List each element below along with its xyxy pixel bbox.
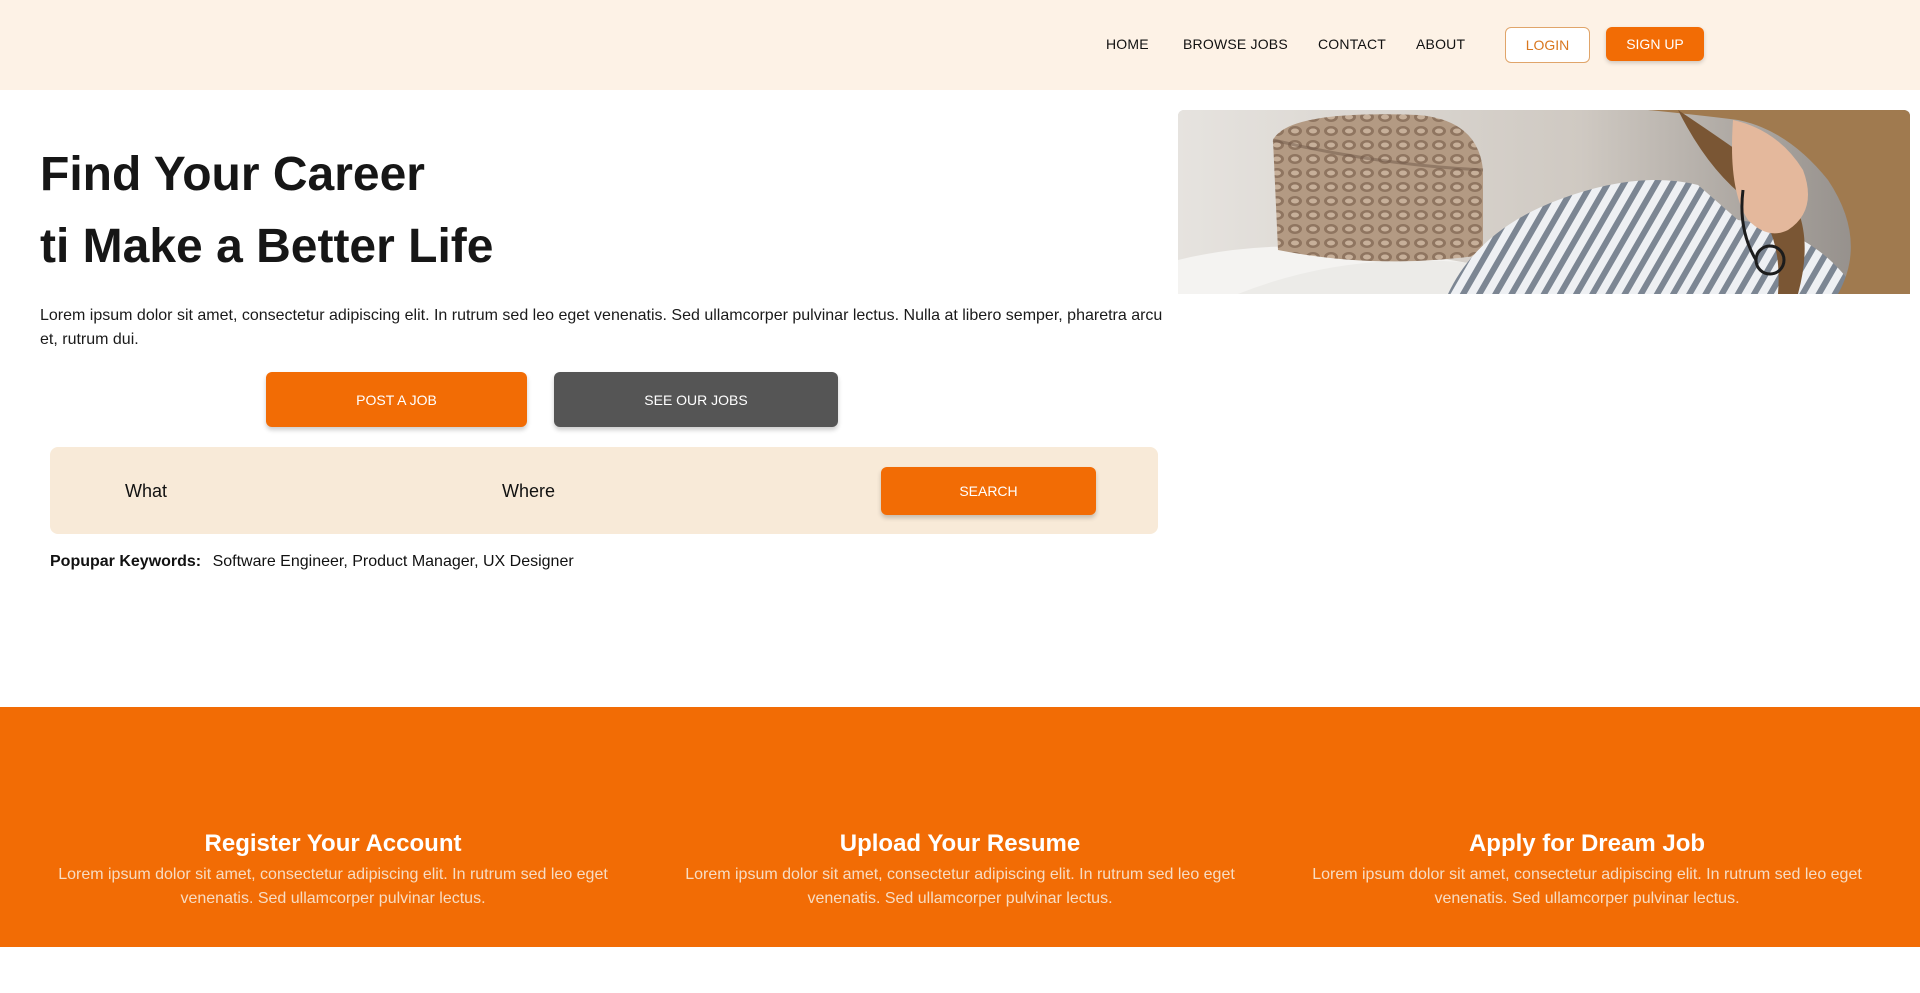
nav-home-link[interactable]: HOME	[1106, 36, 1149, 52]
step-apply-title: Apply for Dream Job	[1468, 830, 1706, 857]
what-input[interactable]: What	[125, 481, 167, 502]
step-upload-description: Lorem ipsum dolor sit amet, consectetur …	[685, 866, 1235, 907]
step-register-description: Lorem ipsum dolor sit amet, consectetur …	[58, 866, 608, 907]
search-button[interactable]: SEARCH	[881, 467, 1096, 515]
nav-browse-jobs-link[interactable]: BROWSE JOBS	[1183, 36, 1288, 52]
step-register: Register Your Account Lorem ipsum dolor …	[53, 830, 613, 911]
hero-title-line-2: ti Make a Better Life	[40, 220, 494, 273]
step-upload-title: Upload Your Resume	[839, 830, 1081, 857]
hero-title-line-1: Find Your Career	[40, 148, 425, 201]
job-search-bar: What Where SEARCH	[50, 447, 1158, 534]
step-upload: Upload Your Resume Lorem ipsum dolor sit…	[680, 830, 1240, 911]
step-apply-description: Lorem ipsum dolor sit amet, consectetur …	[1312, 866, 1862, 907]
step-apply: Apply for Dream Job Lorem ipsum dolor si…	[1307, 830, 1867, 911]
where-input[interactable]: Where	[502, 481, 555, 502]
login-button[interactable]: LOGIN	[1505, 27, 1590, 63]
see-our-jobs-button[interactable]: SEE OUR JOBS	[554, 372, 838, 427]
hero-description: Lorem ipsum dolor sit amet, consectetur …	[40, 307, 1163, 348]
hero-photo	[1178, 110, 1910, 294]
site-header: HOME BROWSE JOBS CONTACT ABOUT LOGIN SIG…	[0, 0, 1920, 90]
post-job-button[interactable]: POST A JOB	[266, 372, 527, 427]
hero-photo-illustration	[1178, 110, 1910, 294]
popular-keywords-list: Software Engineer, Product Manager, UX D…	[212, 553, 574, 570]
popular-keywords-label: Popupar Keywords:	[50, 553, 202, 570]
nav-about-link[interactable]: ABOUT	[1416, 36, 1465, 52]
nav-contact-link[interactable]: CONTACT	[1318, 36, 1386, 52]
how-it-works-section: Register Your Account Lorem ipsum dolor …	[0, 707, 1920, 947]
signup-button[interactable]: SIGN UP	[1606, 27, 1704, 61]
step-register-title: Register Your Account	[204, 830, 462, 857]
popular-keywords: Popupar Keywords: Software Engineer, Pro…	[50, 553, 574, 571]
